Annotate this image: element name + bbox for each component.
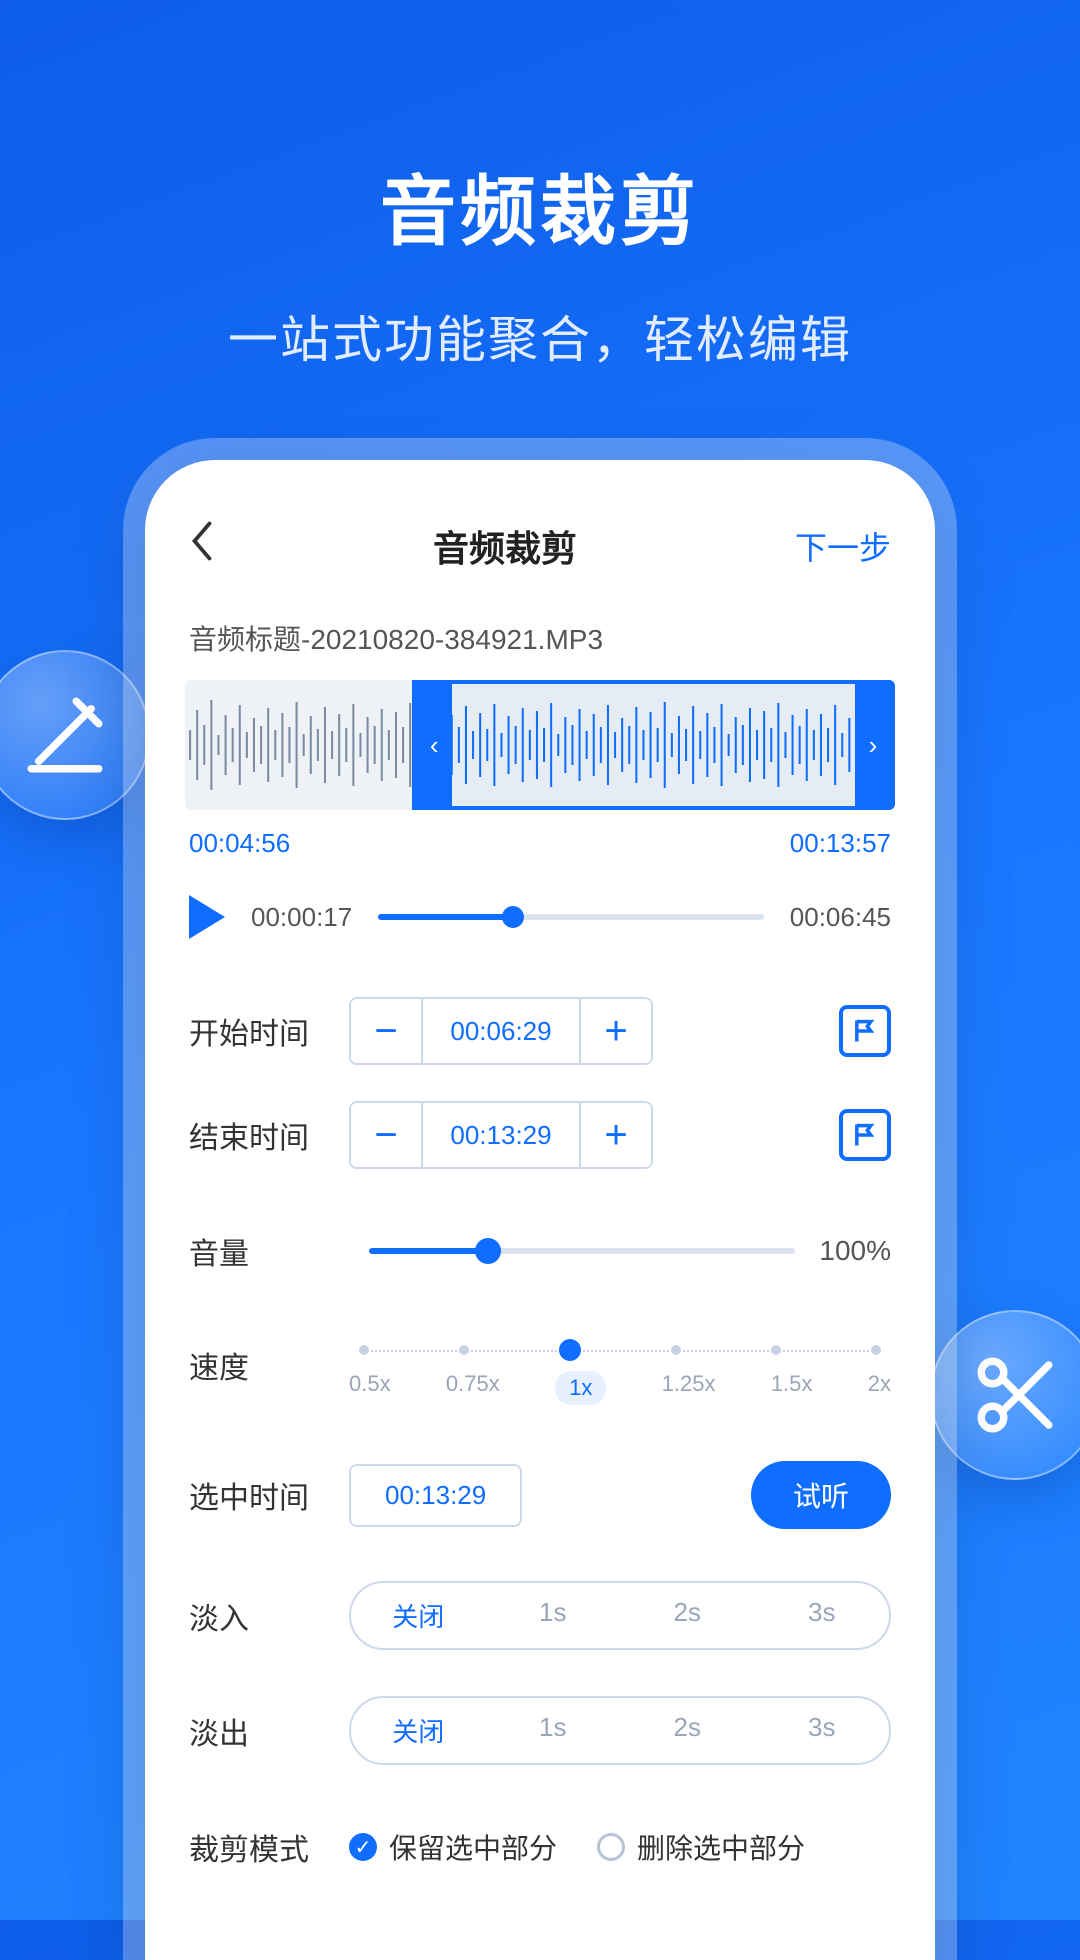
trim-mode-delete[interactable]: 删除选中部分 (597, 1827, 805, 1867)
start-time-decrease[interactable]: − (351, 999, 421, 1063)
preview-button[interactable]: 试听 (751, 1461, 891, 1529)
fade-out-row: 淡出 关闭 1s 2s 3s (185, 1678, 895, 1783)
playback-slider[interactable] (378, 914, 764, 920)
fade-in-option[interactable]: 1s (486, 1583, 621, 1648)
trim-mode-row: 裁剪模式 ✓ 保留选中部分 删除选中部分 (185, 1801, 895, 1893)
end-time-stepper: − 00:13:29 + (349, 1101, 653, 1169)
trim-mode-keep-label: 保留选中部分 (389, 1827, 557, 1867)
start-time-increase[interactable]: + (581, 999, 651, 1063)
end-time-increase[interactable]: + (581, 1103, 651, 1167)
speed-label: 速度 (189, 1325, 349, 1387)
volume-slider[interactable] (369, 1248, 795, 1254)
speed-row: 速度 0.5x 0.75x 1x 1.25x 1.5x 2x (185, 1297, 895, 1423)
play-button[interactable] (189, 895, 225, 939)
speed-option[interactable]: 0.75x (446, 1371, 500, 1405)
speed-selector[interactable]: 0.5x 0.75x 1x 1.25x 1.5x 2x (349, 1325, 891, 1405)
fade-out-option[interactable]: 关闭 (351, 1698, 486, 1763)
selected-duration-row: 选中时间 00:13:29 试听 (185, 1443, 895, 1547)
radio-unchecked-icon (597, 1833, 625, 1861)
audio-filename: 音频标题-20210820-384921.MP3 (185, 604, 895, 680)
waveform-display[interactable]: ‹ › (185, 680, 895, 810)
back-button[interactable] (189, 521, 229, 571)
start-time-flag-icon[interactable] (839, 1005, 891, 1057)
speed-option[interactable]: 0.5x (349, 1371, 391, 1405)
playback-row: 00:00:17 00:06:45 (185, 889, 895, 979)
playback-current-time: 00:00:17 (251, 902, 352, 933)
fade-in-row: 淡入 关闭 1s 2s 3s (185, 1563, 895, 1668)
hero-header: 音频裁剪 一站式功能聚合，轻松编辑 (0, 0, 1080, 372)
speed-option-selected[interactable]: 1x (555, 1371, 606, 1405)
start-time-stepper: − 00:06:29 + (349, 997, 653, 1065)
fade-in-option[interactable]: 2s (620, 1583, 755, 1648)
fade-out-option[interactable]: 1s (486, 1698, 621, 1763)
fade-out-segment: 关闭 1s 2s 3s (349, 1696, 891, 1765)
end-time-value[interactable]: 00:13:29 (421, 1103, 581, 1167)
app-navbar: 音频裁剪 下一步 (185, 520, 895, 604)
hero-subtitle: 一站式功能聚合，轻松编辑 (0, 300, 1080, 372)
phone-mockup: 音频裁剪 下一步 音频标题-20210820-384921.MP3 ‹ › 00… (145, 460, 935, 1960)
end-time-flag-icon[interactable] (839, 1109, 891, 1161)
radio-checked-icon: ✓ (349, 1833, 377, 1861)
page-title: 音频裁剪 (433, 520, 577, 572)
selection-times: 00:04:56 00:13:57 (185, 810, 895, 889)
speed-option[interactable]: 2x (868, 1371, 891, 1405)
volume-label: 音量 (189, 1229, 349, 1273)
fade-in-segment: 关闭 1s 2s 3s (349, 1581, 891, 1650)
fade-in-label: 淡入 (189, 1594, 349, 1638)
fade-out-option[interactable]: 2s (620, 1698, 755, 1763)
edit-icon (0, 650, 150, 820)
fade-out-option[interactable]: 3s (755, 1698, 890, 1763)
hero-title: 音频裁剪 (0, 150, 1080, 260)
selection-start-time: 00:04:56 (189, 828, 290, 859)
selection-region[interactable]: ‹ › (412, 680, 895, 810)
end-time-label: 结束时间 (189, 1113, 349, 1157)
start-time-label: 开始时间 (189, 1009, 349, 1053)
volume-row: 音量 100% (185, 1205, 895, 1297)
selection-handle-right[interactable]: › (855, 684, 891, 806)
volume-value: 100% (819, 1235, 891, 1267)
trim-mode-label: 裁剪模式 (189, 1825, 349, 1869)
fade-in-option[interactable]: 3s (755, 1583, 890, 1648)
next-step-button[interactable]: 下一步 (781, 523, 891, 569)
start-time-value[interactable]: 00:06:29 (421, 999, 581, 1063)
selected-duration-label: 选中时间 (189, 1473, 349, 1517)
trim-mode-keep[interactable]: ✓ 保留选中部分 (349, 1827, 557, 1867)
fade-out-label: 淡出 (189, 1709, 349, 1753)
speed-option[interactable]: 1.25x (662, 1371, 716, 1405)
trim-mode-delete-label: 删除选中部分 (637, 1827, 805, 1867)
selection-end-time: 00:13:57 (790, 828, 891, 859)
end-time-decrease[interactable]: − (351, 1103, 421, 1167)
scissors-icon (930, 1310, 1080, 1480)
start-time-row: 开始时间 − 00:06:29 + (185, 979, 895, 1083)
end-time-row: 结束时间 − 00:13:29 + (185, 1083, 895, 1187)
speed-option[interactable]: 1.5x (771, 1371, 813, 1405)
playback-total-time: 00:06:45 (790, 902, 891, 933)
fade-in-option[interactable]: 关闭 (351, 1583, 486, 1648)
selection-handle-left[interactable]: ‹ (416, 684, 452, 806)
selected-duration-value[interactable]: 00:13:29 (349, 1464, 522, 1527)
